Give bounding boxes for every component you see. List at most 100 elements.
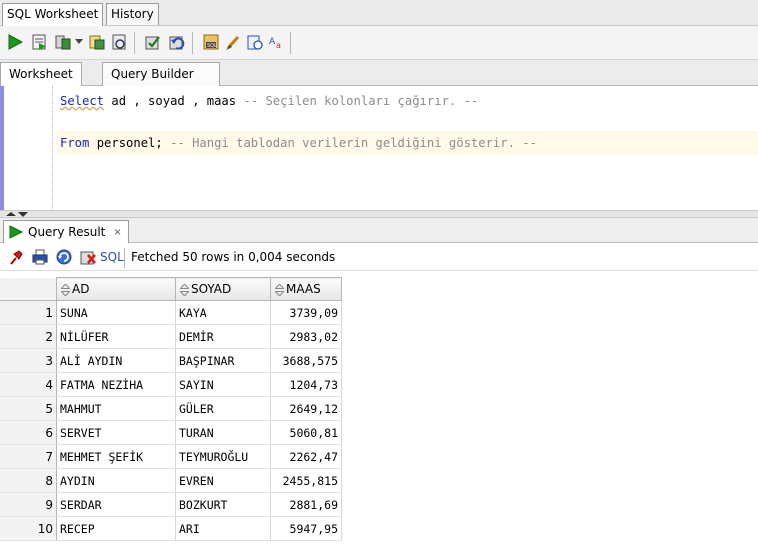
- code-line-1[interactable]: Select ad , soyad , maas -- Seçilen kolo…: [60, 90, 478, 112]
- run-statement-icon[interactable]: [4, 31, 26, 53]
- sql-history-icon[interactable]: SQL: [200, 31, 222, 53]
- close-icon[interactable]: ×: [113, 227, 121, 238]
- clear-icon[interactable]: [222, 31, 244, 53]
- cell-ad[interactable]: SUNA: [56, 300, 176, 325]
- tab-worksheet[interactable]: Worksheet: [0, 62, 82, 86]
- delete-icon[interactable]: [78, 247, 98, 267]
- row-number: 10: [0, 516, 57, 541]
- run-script-icon[interactable]: [28, 31, 50, 53]
- row-number: 2: [0, 324, 57, 349]
- code-text: personel;: [89, 136, 171, 150]
- run-result-icon: [9, 225, 24, 239]
- fetch-status-text: Fetched 50 rows in 0,004 seconds: [131, 250, 336, 264]
- row-number: 7: [0, 444, 57, 469]
- cell-soyad[interactable]: GÜLER: [175, 396, 271, 421]
- pane-splitter[interactable]: [0, 210, 758, 218]
- cell-soyad[interactable]: SAYIN: [175, 372, 271, 397]
- tab-query-builder[interactable]: Query Builder: [102, 62, 220, 86]
- cell-maas[interactable]: 3688,575: [270, 348, 342, 373]
- result-tab-bar: Query Result ×: [0, 218, 758, 243]
- cell-ad[interactable]: MEHMET ŞEFİK: [56, 444, 176, 469]
- keyword-select: Select: [60, 94, 105, 108]
- column-header-ad[interactable]: AD: [56, 277, 176, 301]
- rollback-icon[interactable]: [166, 31, 188, 53]
- table-row[interactable]: 5 MAHMUT GÜLER 2649,12: [0, 396, 342, 421]
- table-row[interactable]: 1 SUNA KAYA 3739,09: [0, 300, 342, 325]
- column-header-label: AD: [72, 282, 90, 296]
- cell-ad[interactable]: SERDAR: [56, 492, 176, 517]
- sort-icon[interactable]: [61, 283, 70, 296]
- chevron-down-icon[interactable]: [72, 31, 86, 53]
- cell-ad[interactable]: NİLÜFER: [56, 324, 176, 349]
- column-header-maas[interactable]: MAAS: [270, 277, 342, 301]
- tab-history[interactable]: History: [106, 3, 159, 25]
- cell-soyad[interactable]: TEYMUROĞLU: [175, 444, 271, 469]
- toolbar-separator: [124, 248, 125, 268]
- row-number: 8: [0, 468, 57, 493]
- svg-text:SQL: SQL: [207, 43, 217, 49]
- table-row[interactable]: 7 MEHMET ŞEFİK TEYMUROĞLU 2262,47: [0, 444, 342, 469]
- print-icon[interactable]: [30, 247, 50, 267]
- table-header-row: AD SOYAD MAAS: [0, 277, 342, 301]
- table-row[interactable]: 9 SERDAR BOZKURT 2881,69: [0, 492, 342, 517]
- sort-icon[interactable]: [180, 283, 189, 296]
- column-header-soyad[interactable]: SOYAD: [175, 277, 271, 301]
- cell-soyad[interactable]: BOZKURT: [175, 492, 271, 517]
- case-toggle-icon[interactable]: Aa: [266, 31, 288, 53]
- refresh-icon[interactable]: [54, 247, 74, 267]
- result-grid[interactable]: AD SOYAD MAAS 1 SUNA KAYA 3739,09 2 NİLÜFER D…: [0, 271, 758, 548]
- cell-maas[interactable]: 2455,815: [270, 468, 342, 493]
- svg-text:a: a: [276, 41, 281, 50]
- cell-ad[interactable]: RECEP: [56, 516, 176, 541]
- sort-icon[interactable]: [275, 283, 284, 296]
- code-line-2[interactable]: From personel; -- Hangi tablodan veriler…: [60, 132, 537, 154]
- table-row[interactable]: 8 AYDIN EVREN 2455,815: [0, 468, 342, 493]
- row-number: 1: [0, 300, 57, 325]
- sql-link[interactable]: SQL: [100, 250, 124, 264]
- format-icon[interactable]: [244, 31, 266, 53]
- commit-icon[interactable]: [142, 31, 164, 53]
- cell-ad[interactable]: FATMA NEZİHA: [56, 372, 176, 397]
- cell-ad[interactable]: SERVET: [56, 420, 176, 445]
- code-text: ad , soyad , maas: [104, 94, 244, 108]
- cell-maas[interactable]: 5947,95: [270, 516, 342, 541]
- cell-maas[interactable]: 2262,47: [270, 444, 342, 469]
- pin-icon[interactable]: [6, 247, 26, 267]
- cell-soyad[interactable]: DEMİR: [175, 324, 271, 349]
- cell-soyad[interactable]: BAŞPINAR: [175, 348, 271, 373]
- code-comment: -- Seçilen kolonları çağırır. --: [243, 94, 479, 108]
- keyword-from: From: [60, 136, 90, 150]
- row-number: 6: [0, 420, 57, 445]
- cell-soyad[interactable]: KAYA: [175, 300, 271, 325]
- row-number: 5: [0, 396, 57, 421]
- cell-maas[interactable]: 2881,69: [270, 492, 342, 517]
- cell-soyad[interactable]: EVREN: [175, 468, 271, 493]
- tab-sql-worksheet[interactable]: SQL Worksheet: [2, 3, 104, 26]
- cell-ad[interactable]: MAHMUT: [56, 396, 176, 421]
- code-comment: -- Hangi tablodan verilerin geldiğini gö…: [170, 136, 537, 150]
- table-row[interactable]: 6 SERVET TURAN 5060,81: [0, 420, 342, 445]
- cell-maas[interactable]: 2983,02: [270, 324, 342, 349]
- sql-tuning-icon[interactable]: [108, 31, 130, 53]
- table-row[interactable]: 4 FATMA NEZİHA SAYIN 1204,73: [0, 372, 342, 397]
- cell-maas[interactable]: 3739,09: [270, 300, 342, 325]
- cell-soyad[interactable]: ARI: [175, 516, 271, 541]
- cell-ad[interactable]: AYDIN: [56, 468, 176, 493]
- tab-query-result[interactable]: Query Result ×: [3, 220, 129, 243]
- row-number: 9: [0, 492, 57, 517]
- row-number: 4: [0, 372, 57, 397]
- autotrace-icon[interactable]: [52, 31, 74, 53]
- table-row[interactable]: 10 RECEP ARI 5947,95: [0, 516, 342, 541]
- result-table: AD SOYAD MAAS 1 SUNA KAYA 3739,09 2 NİLÜFER D…: [0, 277, 342, 541]
- cell-soyad[interactable]: TURAN: [175, 420, 271, 445]
- table-row[interactable]: 2 NİLÜFER DEMİR 2983,02: [0, 324, 342, 349]
- column-header-label: SOYAD: [191, 282, 232, 296]
- worksheet-toolbar: SQL Aa: [0, 26, 758, 60]
- svg-text:A: A: [269, 37, 276, 47]
- cell-maas[interactable]: 2649,12: [270, 396, 342, 421]
- explain-plan-icon[interactable]: [86, 31, 108, 53]
- cell-ad[interactable]: ALİ AYDIN: [56, 348, 176, 373]
- table-row[interactable]: 3 ALİ AYDIN BAŞPINAR 3688,575: [0, 348, 342, 373]
- cell-maas[interactable]: 1204,73: [270, 372, 342, 397]
- cell-maas[interactable]: 5060,81: [270, 420, 342, 445]
